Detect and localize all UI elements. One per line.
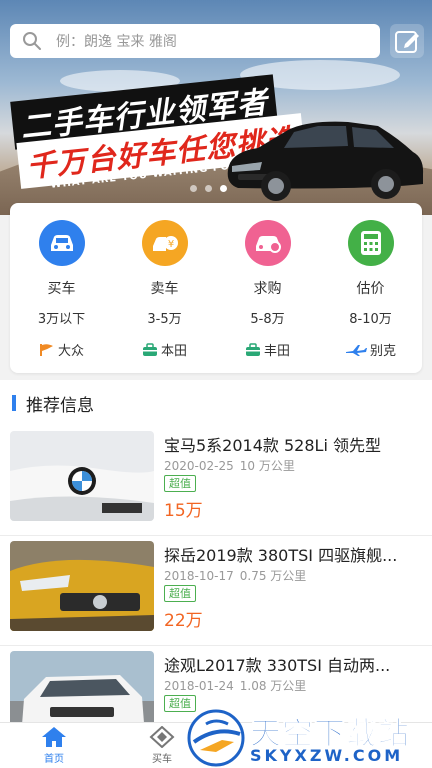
- carousel-dot[interactable]: [205, 185, 212, 192]
- listing-meta: 2018-01-24 1.08 万公里: [164, 677, 306, 694]
- listing-item[interactable]: 探岳2019款 380TSI 四驱旗舰... 2018-10-17 0.75 万公…: [0, 536, 432, 646]
- watermark-logo: 天空下载站 SKYXZW.COM: [186, 706, 432, 768]
- watermark-globe-icon: [187, 709, 245, 767]
- listing-price: 22万: [164, 611, 203, 631]
- listing-title: 途观L2017款 330TSI 自动两...: [164, 656, 391, 675]
- section-header: 推荐信息: [0, 380, 432, 426]
- carousel-dot-active[interactable]: [220, 185, 227, 192]
- nav-label: 买车: [152, 754, 172, 765]
- edit-button[interactable]: [390, 24, 424, 58]
- brand-label: 大众: [57, 344, 84, 359]
- search-input[interactable]: 例：朗逸 宝来 雅阁: [10, 24, 380, 58]
- briefcase-icon: [245, 342, 260, 356]
- car-image: [227, 121, 424, 201]
- brand-item-buick[interactable]: 别克: [319, 340, 422, 359]
- listing-mileage: 0.75 万公里: [239, 569, 307, 583]
- search-placeholder: 例：朗逸 宝来 雅阁: [56, 34, 177, 50]
- price-filter-item[interactable]: 3-5万: [113, 308, 216, 327]
- briefcase-icon: [142, 342, 157, 356]
- listing-list: 宝马5系2014款 528Li 领先型 2020-02-25 10 万公里 超值 …: [0, 426, 432, 722]
- listing-item[interactable]: 宝马5系2014款 528Li 领先型 2020-02-25 10 万公里 超值 …: [0, 426, 432, 536]
- listing-tag: 超值: [164, 475, 196, 492]
- price-filter-item[interactable]: 8-10万: [319, 308, 422, 327]
- section-accent-bar: [12, 395, 16, 411]
- car-thumbnail: [10, 541, 154, 631]
- carousel-dot[interactable]: [190, 185, 197, 192]
- listing-date: 2018-01-24: [164, 679, 234, 693]
- price-filter-item[interactable]: 5-8万: [216, 308, 319, 327]
- watermark-sub: SKYXZW.COM: [250, 746, 404, 765]
- section-title: 推荐信息: [26, 395, 94, 416]
- nav-label: 首页: [44, 754, 64, 765]
- listing-mileage: 1.08 万公里: [239, 679, 307, 693]
- edit-icon: [395, 31, 419, 53]
- brand-item-toyota[interactable]: 丰田: [216, 340, 319, 359]
- svg-text:¥: ¥: [167, 239, 173, 250]
- category-label: 估价: [356, 281, 385, 297]
- car-thumbnail: [10, 651, 154, 722]
- carousel-indicator: [190, 185, 227, 192]
- category-label: 求购: [253, 281, 282, 297]
- listing-date: 2018-10-17: [164, 569, 234, 583]
- app-screen: 二手车行业领军者 千万台好车任您挑选 WHAT ARE YOU WAITING …: [0, 0, 432, 768]
- listing-tag: 超值: [164, 585, 196, 602]
- car-wanted-icon: [244, 220, 291, 266]
- brand-label: 本田: [160, 344, 187, 359]
- brand-label: 别克: [369, 344, 396, 359]
- listing-title: 探岳2019款 380TSI 四驱旗舰...: [164, 546, 398, 565]
- listing-mileage: 10 万公里: [239, 459, 295, 473]
- nav-item-home[interactable]: 首页: [0, 723, 108, 768]
- diamond-icon: [149, 726, 175, 748]
- listing-price: 15万: [164, 501, 203, 521]
- brand-item-honda[interactable]: 本田: [113, 340, 216, 359]
- category-row: 买车 ¥ 卖车 求购 估价: [10, 220, 422, 298]
- category-buy-car[interactable]: 买车: [10, 220, 113, 298]
- category-valuation[interactable]: 估价: [319, 220, 422, 298]
- car-thumbnail: [10, 431, 154, 521]
- brand-label: 丰田: [263, 344, 290, 359]
- listing-meta: 2020-02-25 10 万公里: [164, 457, 295, 474]
- plane-icon: [345, 344, 367, 356]
- price-filter-row: 3万以下 3-5万 5-8万 8-10万: [10, 308, 422, 327]
- car-sell-icon: ¥: [141, 220, 188, 266]
- listing-title: 宝马5系2014款 528Li 领先型: [164, 436, 381, 455]
- calculator-icon: [347, 220, 394, 266]
- price-filter-item[interactable]: 3万以下: [10, 308, 113, 327]
- listing-date: 2020-02-25: [164, 459, 234, 473]
- search-icon: [23, 32, 41, 50]
- category-label: 买车: [47, 281, 76, 297]
- category-label: 卖车: [150, 281, 179, 297]
- home-icon: [42, 727, 66, 747]
- flag-icon: [39, 343, 53, 356]
- category-sell-car[interactable]: ¥ 卖车: [113, 220, 216, 298]
- brand-filter-row: 大众 本田 丰田 别克: [10, 340, 422, 359]
- category-card: 买车 ¥ 卖车 求购 估价 3万以下 3-5万 5-8万 8-10万 大众 本田…: [10, 203, 422, 373]
- listing-meta: 2018-10-17 0.75 万公里: [164, 567, 306, 584]
- car-buy-icon: [38, 220, 85, 266]
- brand-item-volkswagen[interactable]: 大众: [10, 340, 113, 359]
- category-wanted[interactable]: 求购: [216, 220, 319, 298]
